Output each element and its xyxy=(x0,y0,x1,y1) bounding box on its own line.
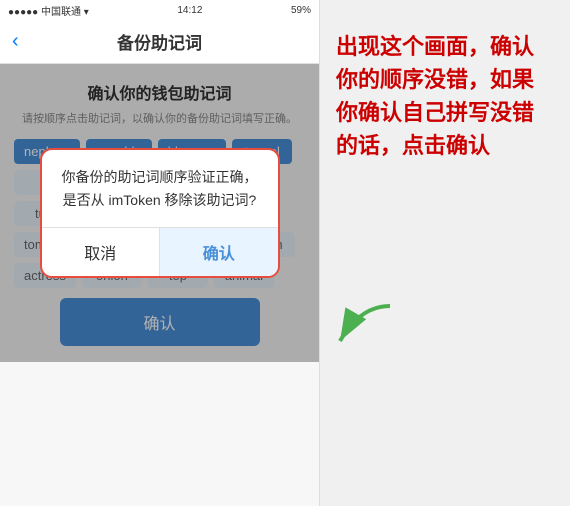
status-right: 59% xyxy=(291,5,311,16)
annotation-panel: 出现这个画面，确认你的顺序没错，如果你确认自己拼写没错的话，点击确认 xyxy=(320,0,570,506)
nav-bar: ‹ 备份助记词 xyxy=(0,20,319,64)
arrow-icon xyxy=(330,301,400,351)
modal-actions: 取消 确认 xyxy=(42,228,278,276)
carrier-text: ●●●●● 中国联通 ▾ xyxy=(8,3,89,18)
arrow-container xyxy=(330,301,400,356)
content-area: 确认你的钱包助记词 请按顺序点击助记词，以确认你的备份助记词填写正确。 neph… xyxy=(0,64,319,362)
status-left: ●●●●● 中国联通 ▾ xyxy=(8,3,89,18)
status-bar: ●●●●● 中国联通 ▾ 14:12 59% xyxy=(0,0,319,20)
modal-message: 你备份的助记词顺序验证正确，是否从 imToken 移除该助记词? xyxy=(42,150,278,227)
annotation-text: 出现这个画面，确认你的顺序没错，如果你确认自己拼写没错的话，点击确认 xyxy=(336,30,554,162)
page-title: 备份助记词 xyxy=(117,29,202,54)
phone-frame: ●●●●● 中国联通 ▾ 14:12 59% ‹ 备份助记词 确认你的钱包助记词… xyxy=(0,0,320,506)
status-time: 14:12 xyxy=(177,5,202,16)
modal-backdrop: 你备份的助记词顺序验证正确，是否从 imToken 移除该助记词? 取消 确认 xyxy=(0,64,319,362)
modal-confirm-button[interactable]: 确认 xyxy=(160,228,278,276)
modal-dialog: 你备份的助记词顺序验证正确，是否从 imToken 移除该助记词? 取消 确认 xyxy=(40,148,280,278)
battery-text: 59% xyxy=(291,5,311,16)
back-button[interactable]: ‹ xyxy=(12,30,19,53)
modal-cancel-button[interactable]: 取消 xyxy=(42,228,161,276)
